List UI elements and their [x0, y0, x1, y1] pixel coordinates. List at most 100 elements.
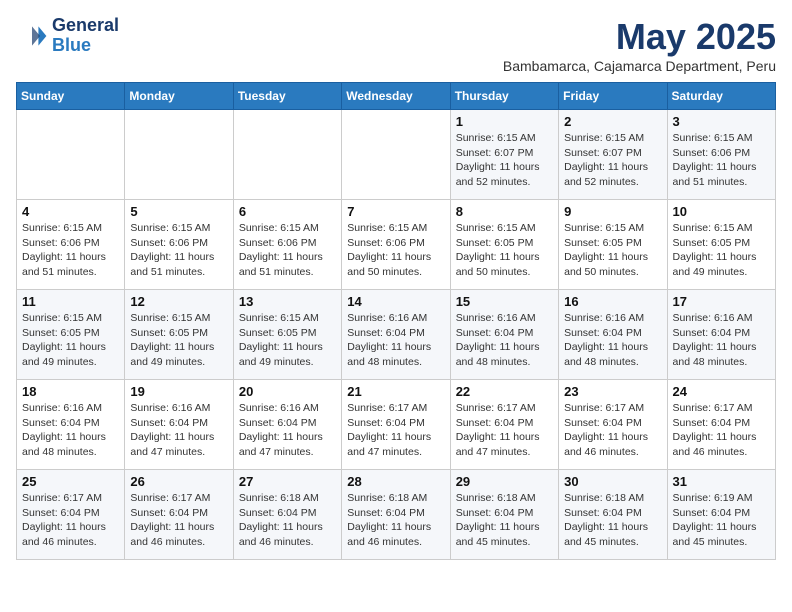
weekday-row: SundayMondayTuesdayWednesdayThursdayFrid…: [17, 83, 776, 110]
day-info: Sunrise: 6:18 AM Sunset: 6:04 PM Dayligh…: [564, 491, 661, 550]
logo-text: General Blue: [52, 16, 119, 56]
title-block: May 2025 Bambamarca, Cajamarca Departmen…: [503, 16, 776, 74]
day-number: 18: [22, 384, 119, 399]
calendar-cell: 1 Sunrise: 6:15 AM Sunset: 6:07 PM Daylig…: [450, 110, 558, 200]
calendar-cell: [233, 110, 341, 200]
day-number: 22: [456, 384, 553, 399]
day-number: 19: [130, 384, 227, 399]
day-number: 7: [347, 204, 444, 219]
logo: General Blue: [16, 16, 119, 56]
day-info: Sunrise: 6:15 AM Sunset: 6:07 PM Dayligh…: [564, 131, 661, 190]
calendar-week-3: 11 Sunrise: 6:15 AM Sunset: 6:05 PM Dayli…: [17, 290, 776, 380]
month-title: May 2025: [503, 16, 776, 58]
day-info: Sunrise: 6:16 AM Sunset: 6:04 PM Dayligh…: [22, 401, 119, 460]
calendar-cell: 21 Sunrise: 6:17 AM Sunset: 6:04 PM Dayli…: [342, 380, 450, 470]
day-info: Sunrise: 6:17 AM Sunset: 6:04 PM Dayligh…: [456, 401, 553, 460]
calendar-week-4: 18 Sunrise: 6:16 AM Sunset: 6:04 PM Dayli…: [17, 380, 776, 470]
day-info: Sunrise: 6:17 AM Sunset: 6:04 PM Dayligh…: [673, 401, 770, 460]
day-number: 13: [239, 294, 336, 309]
day-info: Sunrise: 6:15 AM Sunset: 6:06 PM Dayligh…: [347, 221, 444, 280]
calendar-header: SundayMondayTuesdayWednesdayThursdayFrid…: [17, 83, 776, 110]
calendar-cell: 23Sunrise: 6:17 AM Sunset: 6:04 PM Dayli…: [559, 380, 667, 470]
day-number: 9: [564, 204, 661, 219]
calendar-cell: 19 Sunrise: 6:16 AM Sunset: 6:04 PM Dayli…: [125, 380, 233, 470]
day-number: 20: [239, 384, 336, 399]
day-number: 29: [456, 474, 553, 489]
weekday-header-saturday: Saturday: [667, 83, 775, 110]
weekday-header-friday: Friday: [559, 83, 667, 110]
day-info: Sunrise: 6:15 AM Sunset: 6:06 PM Dayligh…: [673, 131, 770, 190]
calendar-cell: 12Sunrise: 6:15 AM Sunset: 6:05 PM Dayli…: [125, 290, 233, 380]
day-info: Sunrise: 6:16 AM Sunset: 6:04 PM Dayligh…: [239, 401, 336, 460]
calendar-cell: 25 Sunrise: 6:17 AM Sunset: 6:04 PM Dayli…: [17, 470, 125, 560]
day-number: 3: [673, 114, 770, 129]
day-info: Sunrise: 6:18 AM Sunset: 6:04 PM Dayligh…: [347, 491, 444, 550]
weekday-header-sunday: Sunday: [17, 83, 125, 110]
calendar-cell: 28 Sunrise: 6:18 AM Sunset: 6:04 PM Dayli…: [342, 470, 450, 560]
calendar-cell: 7 Sunrise: 6:15 AM Sunset: 6:06 PM Daylig…: [342, 200, 450, 290]
day-number: 6: [239, 204, 336, 219]
day-info: Sunrise: 6:15 AM Sunset: 6:07 PM Dayligh…: [456, 131, 553, 190]
day-info: Sunrise: 6:16 AM Sunset: 6:04 PM Dayligh…: [130, 401, 227, 460]
calendar-cell: 26 Sunrise: 6:17 AM Sunset: 6:04 PM Dayli…: [125, 470, 233, 560]
calendar-cell: 6 Sunrise: 6:15 AM Sunset: 6:06 PM Daylig…: [233, 200, 341, 290]
calendar-table: SundayMondayTuesdayWednesdayThursdayFrid…: [16, 82, 776, 560]
day-info: Sunrise: 6:15 AM Sunset: 6:06 PM Dayligh…: [239, 221, 336, 280]
day-number: 8: [456, 204, 553, 219]
day-number: 5: [130, 204, 227, 219]
weekday-header-thursday: Thursday: [450, 83, 558, 110]
calendar-week-2: 4Sunrise: 6:15 AM Sunset: 6:06 PM Daylig…: [17, 200, 776, 290]
day-number: 10: [673, 204, 770, 219]
logo-line2: Blue: [52, 35, 91, 55]
calendar-cell: 14 Sunrise: 6:16 AM Sunset: 6:04 PM Dayli…: [342, 290, 450, 380]
calendar-week-5: 25 Sunrise: 6:17 AM Sunset: 6:04 PM Dayli…: [17, 470, 776, 560]
day-number: 25: [22, 474, 119, 489]
day-info: Sunrise: 6:15 AM Sunset: 6:05 PM Dayligh…: [22, 311, 119, 370]
calendar-cell: 30 Sunrise: 6:18 AM Sunset: 6:04 PM Dayli…: [559, 470, 667, 560]
calendar-cell: 20 Sunrise: 6:16 AM Sunset: 6:04 PM Dayli…: [233, 380, 341, 470]
day-info: Sunrise: 6:18 AM Sunset: 6:04 PM Dayligh…: [239, 491, 336, 550]
calendar-cell: 27 Sunrise: 6:18 AM Sunset: 6:04 PM Dayli…: [233, 470, 341, 560]
day-info: Sunrise: 6:17 AM Sunset: 6:04 PM Dayligh…: [22, 491, 119, 550]
calendar-cell: 10 Sunrise: 6:15 AM Sunset: 6:05 PM Dayli…: [667, 200, 775, 290]
day-info: Sunrise: 6:15 AM Sunset: 6:06 PM Dayligh…: [22, 221, 119, 280]
day-number: 30: [564, 474, 661, 489]
calendar-cell: 18 Sunrise: 6:16 AM Sunset: 6:04 PM Dayli…: [17, 380, 125, 470]
day-number: 12: [130, 294, 227, 309]
page-header: General Blue May 2025 Bambamarca, Cajama…: [16, 16, 776, 74]
day-number: 27: [239, 474, 336, 489]
calendar-cell: 31Sunrise: 6:19 AM Sunset: 6:04 PM Dayli…: [667, 470, 775, 560]
calendar-cell: 4Sunrise: 6:15 AM Sunset: 6:06 PM Daylig…: [17, 200, 125, 290]
day-info: Sunrise: 6:15 AM Sunset: 6:05 PM Dayligh…: [564, 221, 661, 280]
day-info: Sunrise: 6:17 AM Sunset: 6:04 PM Dayligh…: [347, 401, 444, 460]
calendar-cell: [17, 110, 125, 200]
calendar-cell: [342, 110, 450, 200]
day-info: Sunrise: 6:15 AM Sunset: 6:05 PM Dayligh…: [673, 221, 770, 280]
weekday-header-tuesday: Tuesday: [233, 83, 341, 110]
day-number: 1: [456, 114, 553, 129]
calendar-cell: 2Sunrise: 6:15 AM Sunset: 6:07 PM Daylig…: [559, 110, 667, 200]
calendar-cell: 22 Sunrise: 6:17 AM Sunset: 6:04 PM Dayli…: [450, 380, 558, 470]
day-number: 26: [130, 474, 227, 489]
day-number: 14: [347, 294, 444, 309]
day-number: 17: [673, 294, 770, 309]
calendar-cell: 16Sunrise: 6:16 AM Sunset: 6:04 PM Dayli…: [559, 290, 667, 380]
calendar-cell: 17Sunrise: 6:16 AM Sunset: 6:04 PM Dayli…: [667, 290, 775, 380]
calendar-cell: 13Sunrise: 6:15 AM Sunset: 6:05 PM Dayli…: [233, 290, 341, 380]
logo-icon: [16, 20, 48, 52]
day-info: Sunrise: 6:19 AM Sunset: 6:04 PM Dayligh…: [673, 491, 770, 550]
calendar-cell: 15Sunrise: 6:16 AM Sunset: 6:04 PM Dayli…: [450, 290, 558, 380]
day-info: Sunrise: 6:16 AM Sunset: 6:04 PM Dayligh…: [347, 311, 444, 370]
day-number: 11: [22, 294, 119, 309]
calendar-cell: 24Sunrise: 6:17 AM Sunset: 6:04 PM Dayli…: [667, 380, 775, 470]
calendar-cell: 8Sunrise: 6:15 AM Sunset: 6:05 PM Daylig…: [450, 200, 558, 290]
location-subtitle: Bambamarca, Cajamarca Department, Peru: [503, 58, 776, 74]
day-info: Sunrise: 6:18 AM Sunset: 6:04 PM Dayligh…: [456, 491, 553, 550]
day-info: Sunrise: 6:17 AM Sunset: 6:04 PM Dayligh…: [564, 401, 661, 460]
calendar-cell: 3 Sunrise: 6:15 AM Sunset: 6:06 PM Daylig…: [667, 110, 775, 200]
day-info: Sunrise: 6:17 AM Sunset: 6:04 PM Dayligh…: [130, 491, 227, 550]
day-number: 28: [347, 474, 444, 489]
day-number: 21: [347, 384, 444, 399]
calendar-body: 1 Sunrise: 6:15 AM Sunset: 6:07 PM Daylig…: [17, 110, 776, 560]
weekday-header-wednesday: Wednesday: [342, 83, 450, 110]
